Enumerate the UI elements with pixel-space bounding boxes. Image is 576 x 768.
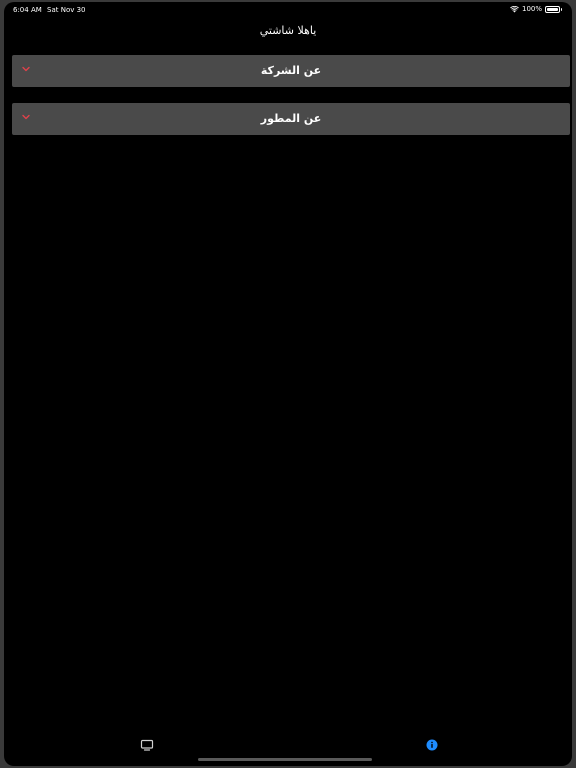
status-bar: 6:04 AM Sat Nov 30 100% xyxy=(4,2,572,16)
tab-tv[interactable] xyxy=(140,737,154,751)
accordion-about-developer[interactable]: عن المطور xyxy=(12,103,570,135)
app-screen: 6:04 AM Sat Nov 30 100% ياهلا شاشتي عن ا… xyxy=(4,2,572,766)
status-date: Sat Nov 30 xyxy=(47,6,86,14)
info-icon xyxy=(426,739,438,751)
accordion-about-company[interactable]: عن الشركة xyxy=(12,55,570,87)
status-time: 6:04 AM xyxy=(13,6,42,14)
tv-icon xyxy=(140,739,154,751)
wifi-icon xyxy=(510,5,519,12)
battery-percentage: 100% xyxy=(521,5,542,13)
status-indicators: 100% xyxy=(510,5,562,13)
battery-icon xyxy=(545,5,562,13)
home-indicator[interactable] xyxy=(198,758,372,761)
page-title: ياهلا شاشتي xyxy=(259,24,317,37)
accordion-label: عن المطور xyxy=(260,112,322,125)
accordion-label: عن الشركة xyxy=(260,64,322,77)
tab-info[interactable] xyxy=(425,737,439,751)
battery-fill xyxy=(547,7,558,11)
